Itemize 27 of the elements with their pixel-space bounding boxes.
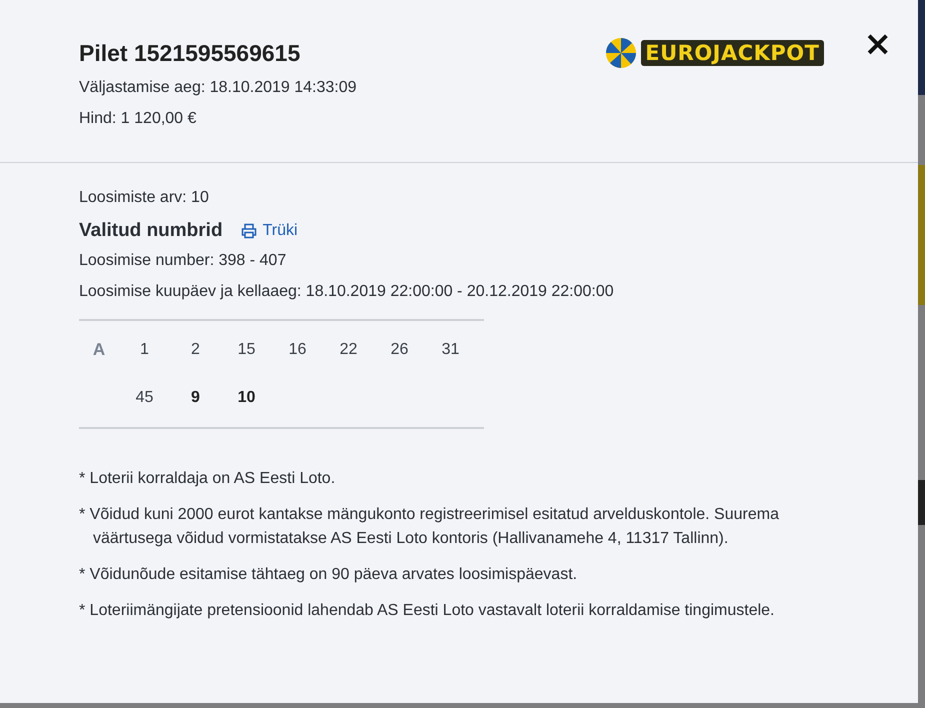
lottery-number: 9 — [190, 389, 201, 407]
lottery-number: 1 — [139, 341, 150, 359]
footnote: * Loterii korraldaja on AS Eesti Loto. — [79, 469, 336, 489]
lottery-number: 15 — [236, 341, 256, 359]
footnote: * Võidud kuni 2000 eurot kantakse mängukonto registreerimisel esitatud arvelduskontole. Suurema väärtusega võidud vormistatakse AS Eesti Loto kontoris (Hallivanamehe 4, 11317 Tallinn). — [79, 505, 780, 549]
draw-dates: Loosimise kuupäev ja kellaaeg: 18.10.2019 22:00:00 - 20.12.2019 22:00:00 — [79, 283, 615, 301]
lottery-number: 16 — [288, 341, 308, 359]
lottery-ball-icon — [605, 37, 638, 69]
footnote: * Võidunõude esitamise tähtaeg on 90 päeva arvates loosimispäevast. — [79, 565, 578, 585]
issue-time: Väljastamise aeg: 18.10.2019 14:33:09 — [79, 79, 358, 97]
ticket-title: Pilet 1521595569615 — [79, 40, 302, 67]
print-link[interactable]: Trüki — [240, 222, 298, 240]
section-title: Valitud numbrid — [79, 220, 223, 242]
lottery-number: 10 — [236, 389, 256, 407]
lottery-number: 2 — [190, 341, 201, 359]
printer-icon — [240, 223, 257, 239]
lottery-number: 26 — [390, 341, 410, 359]
draw-numbers: Loosimise number: 398 - 407 — [79, 252, 288, 270]
logo-wordmark: EUROJACKPOT — [641, 40, 824, 66]
lottery-number: 22 — [338, 341, 358, 359]
row-label: A — [92, 340, 106, 360]
lottery-number: 31 — [440, 341, 460, 359]
footnote: * Loteriimängijate pretensioonid lahendab AS Eesti Loto vastavalt loterii korraldamise tingimustele. — [79, 601, 776, 621]
close-button[interactable]: × — [864, 27, 892, 61]
ticket-price: Hind: 1 120,00 € — [79, 110, 198, 128]
draw-count: Loosimiste arv: 10 — [79, 189, 210, 207]
lottery-number: 45 — [134, 389, 154, 407]
